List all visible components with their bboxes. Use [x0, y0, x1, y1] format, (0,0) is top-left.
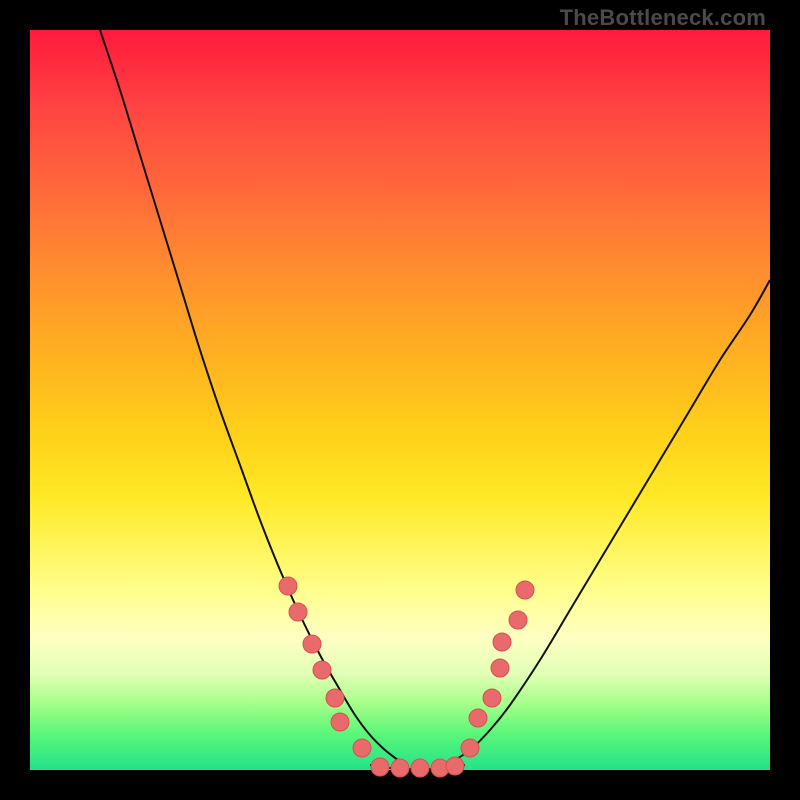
- chart-point: [289, 603, 307, 621]
- chart-point: [469, 709, 487, 727]
- chart-point: [331, 713, 349, 731]
- chart-series-right-curve: [450, 280, 770, 763]
- chart-point: [411, 759, 429, 777]
- chart-point: [303, 635, 321, 653]
- chart-point: [461, 739, 479, 757]
- chart-plot-area: [30, 30, 770, 770]
- chart-point: [371, 758, 389, 776]
- chart-point: [353, 739, 371, 757]
- chart-point: [509, 611, 527, 629]
- chart-point: [483, 689, 501, 707]
- chart-point: [391, 759, 409, 777]
- chart-point: [491, 659, 509, 677]
- chart-point: [313, 661, 331, 679]
- chart-point: [446, 757, 464, 775]
- chart-frame: TheBottleneck.com: [0, 0, 800, 800]
- chart-point: [493, 633, 511, 651]
- chart-point: [516, 581, 534, 599]
- chart-series-left-curve: [100, 30, 398, 760]
- chart-svg: [30, 30, 770, 770]
- watermark-text: TheBottleneck.com: [560, 5, 766, 31]
- chart-point: [279, 577, 297, 595]
- chart-point: [326, 689, 344, 707]
